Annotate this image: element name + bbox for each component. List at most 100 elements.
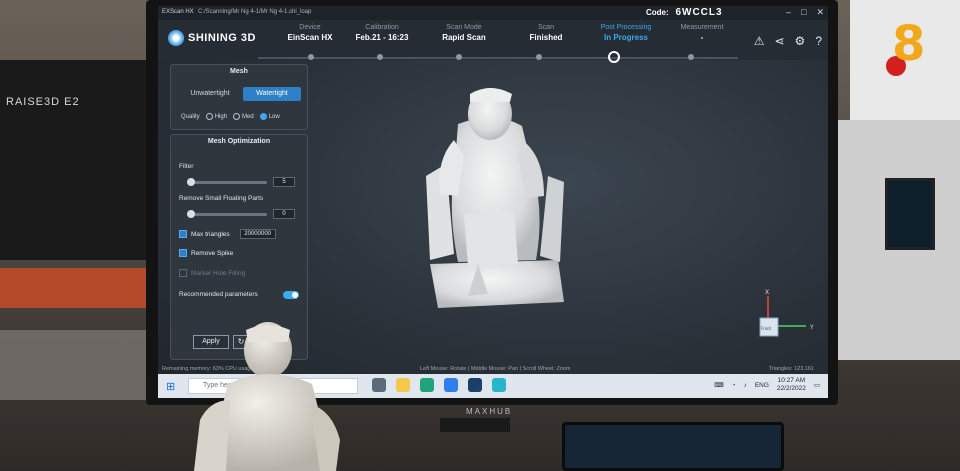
marker-hole-checkbox[interactable] [179, 269, 187, 277]
radio-icon [233, 113, 241, 120]
task-view-icon[interactable] [372, 378, 386, 392]
step-value: Rapid Scan [442, 33, 486, 42]
clock-date: 22/2/2022 [776, 385, 806, 392]
notifications-icon[interactable]: ▭ [814, 381, 820, 389]
monitor-brand: MAXHUB [466, 407, 513, 416]
3d-viewport[interactable]: Y X Front [318, 64, 823, 364]
channel-logo-number: 8 [892, 16, 926, 72]
progress-dot [536, 54, 542, 60]
step-device[interactable]: Device EinScan HX [270, 24, 350, 42]
quality-low[interactable]: Low [259, 113, 280, 121]
step-title: Measurement [680, 24, 724, 31]
orientation-axis[interactable]: Y X Front [758, 286, 818, 346]
step-measurement[interactable]: Measurement - [662, 24, 742, 42]
clock-time: 10:27 AM [777, 377, 806, 384]
minimize-button[interactable]: – [786, 7, 791, 18]
progress-dot-current [608, 51, 620, 63]
radio-label: Low [268, 114, 280, 121]
share-icon[interactable]: ⋖ [774, 34, 784, 48]
marker-hole-label: Marker Hole Filling [191, 269, 246, 277]
edge-browser-icon[interactable] [420, 378, 434, 392]
help-icon[interactable]: ? [815, 34, 822, 48]
remove-spike-checkbox[interactable] [179, 249, 187, 257]
max-triangles-row: Max triangles 20000000 [179, 229, 276, 239]
background-machine-screen [885, 178, 935, 250]
gear-icon[interactable]: ⚙ [795, 34, 806, 48]
max-triangles-label: Max triangles [191, 230, 230, 238]
taskbar-clock[interactable]: 10:27 AM 22/2/2022 [777, 377, 806, 393]
window-titlebar: EXScan HX C:/Scanning/Mr Ng 4-1/Mr Ng 4-… [158, 6, 828, 20]
radio-icon [205, 113, 213, 120]
step-post-processing[interactable]: Post Processing In Progress [586, 24, 666, 42]
workflow-steps: Device EinScan HX Calibration Feb.21 - 1… [270, 24, 724, 60]
quality-med[interactable]: Med [233, 113, 254, 120]
taskbar-apps [372, 378, 506, 392]
project-path: C:/Scanning/Mr Ng 4-1/Mr Ng 4-1.shi_loap [198, 9, 312, 15]
einscan-app-icon[interactable] [468, 378, 482, 392]
watertight-option[interactable]: Watertight [243, 87, 301, 101]
floating-parts-slider[interactable] [187, 210, 267, 218]
progress-dot [377, 54, 383, 60]
step-value: Feb.21 - 16:23 [355, 33, 409, 42]
progress-dot [308, 54, 314, 60]
step-title: Scan Mode [446, 24, 482, 31]
brand-name: SHINING 3D [188, 32, 256, 44]
step-title: Device [299, 24, 321, 31]
store-icon[interactable] [444, 378, 458, 392]
max-triangles-checkbox[interactable] [179, 230, 187, 238]
quality-high[interactable]: High [205, 113, 228, 121]
optimization-panel-title: Mesh Optimization [207, 138, 271, 145]
mesh-panel: Mesh Unwatertight Watertight Quality Hig… [170, 64, 308, 130]
step-value: Finished [529, 33, 563, 42]
printer-label: RAISE3D E2 [6, 96, 80, 108]
slider-knob[interactable] [187, 178, 195, 186]
app-icon[interactable] [492, 378, 506, 392]
brand-logo-icon [168, 30, 184, 46]
progress-track [258, 57, 738, 59]
filter-slider[interactable] [187, 178, 267, 186]
background-shelf [0, 60, 150, 260]
network-icon[interactable]: ◔ [732, 382, 736, 389]
remove-spike-row: Remove Spike [179, 249, 233, 257]
max-triangles-input[interactable]: 20000000 [239, 229, 276, 239]
quality-label: Quality [181, 113, 200, 120]
language-indicator[interactable]: ENG [755, 382, 769, 389]
device-code-value: 6WCCL3 [675, 7, 723, 18]
monitor-stand [440, 418, 510, 432]
close-button[interactable]: ✕ [816, 7, 824, 18]
volume-icon[interactable]: ♪ [744, 382, 747, 389]
radio-icon [259, 113, 267, 120]
keyboard-icon[interactable]: ⌨ [714, 381, 723, 389]
channel-logo: 8 [884, 16, 932, 78]
radio-label: High [214, 114, 228, 121]
progress-dot [688, 54, 694, 60]
axis-y-label: Y [809, 324, 814, 331]
foreground-statue [194, 322, 340, 471]
background-red-strip [0, 268, 150, 308]
slider-knob[interactable] [187, 210, 195, 218]
maximize-button[interactable]: □ [801, 7, 806, 18]
user-alert-icon[interactable]: ⚠ [754, 34, 765, 48]
axis-x-label: X [765, 289, 769, 296]
filter-label: Filter [179, 163, 194, 170]
step-calibration[interactable]: Calibration Feb.21 - 16:23 [342, 24, 422, 42]
step-scan[interactable]: Scan Finished [506, 24, 586, 42]
step-title: Post Processing [600, 24, 652, 31]
triangle-count: Triangles: 123,161 [768, 366, 814, 372]
unwatertight-option[interactable]: Unwatertight [181, 87, 239, 101]
system-tray: ⌨ ◔ ♪ ENG 10:27 AM 22/2/2022 ▭ [714, 377, 820, 393]
filter-value[interactable]: 5 [273, 177, 295, 187]
scanned-statue-model [426, 88, 564, 308]
marker-hole-row: Marker Hole Filling [179, 269, 245, 277]
file-explorer-icon[interactable] [396, 378, 410, 392]
recommended-params-toggle[interactable] [283, 291, 299, 299]
floating-parts-value[interactable]: 0 [273, 209, 295, 219]
quality-selector: Quality High Med Low [181, 113, 280, 120]
step-scan-mode[interactable]: Scan Mode Rapid Scan [424, 24, 504, 42]
device-code-label: Code: [646, 8, 669, 17]
background-box [0, 330, 150, 400]
header-icons: ⚠ ⋖ ⚙ ? [754, 34, 822, 48]
device-code: Code: 6WCCL3 [646, 7, 723, 18]
foreground-tablet [562, 422, 784, 471]
step-value: - [700, 33, 704, 42]
